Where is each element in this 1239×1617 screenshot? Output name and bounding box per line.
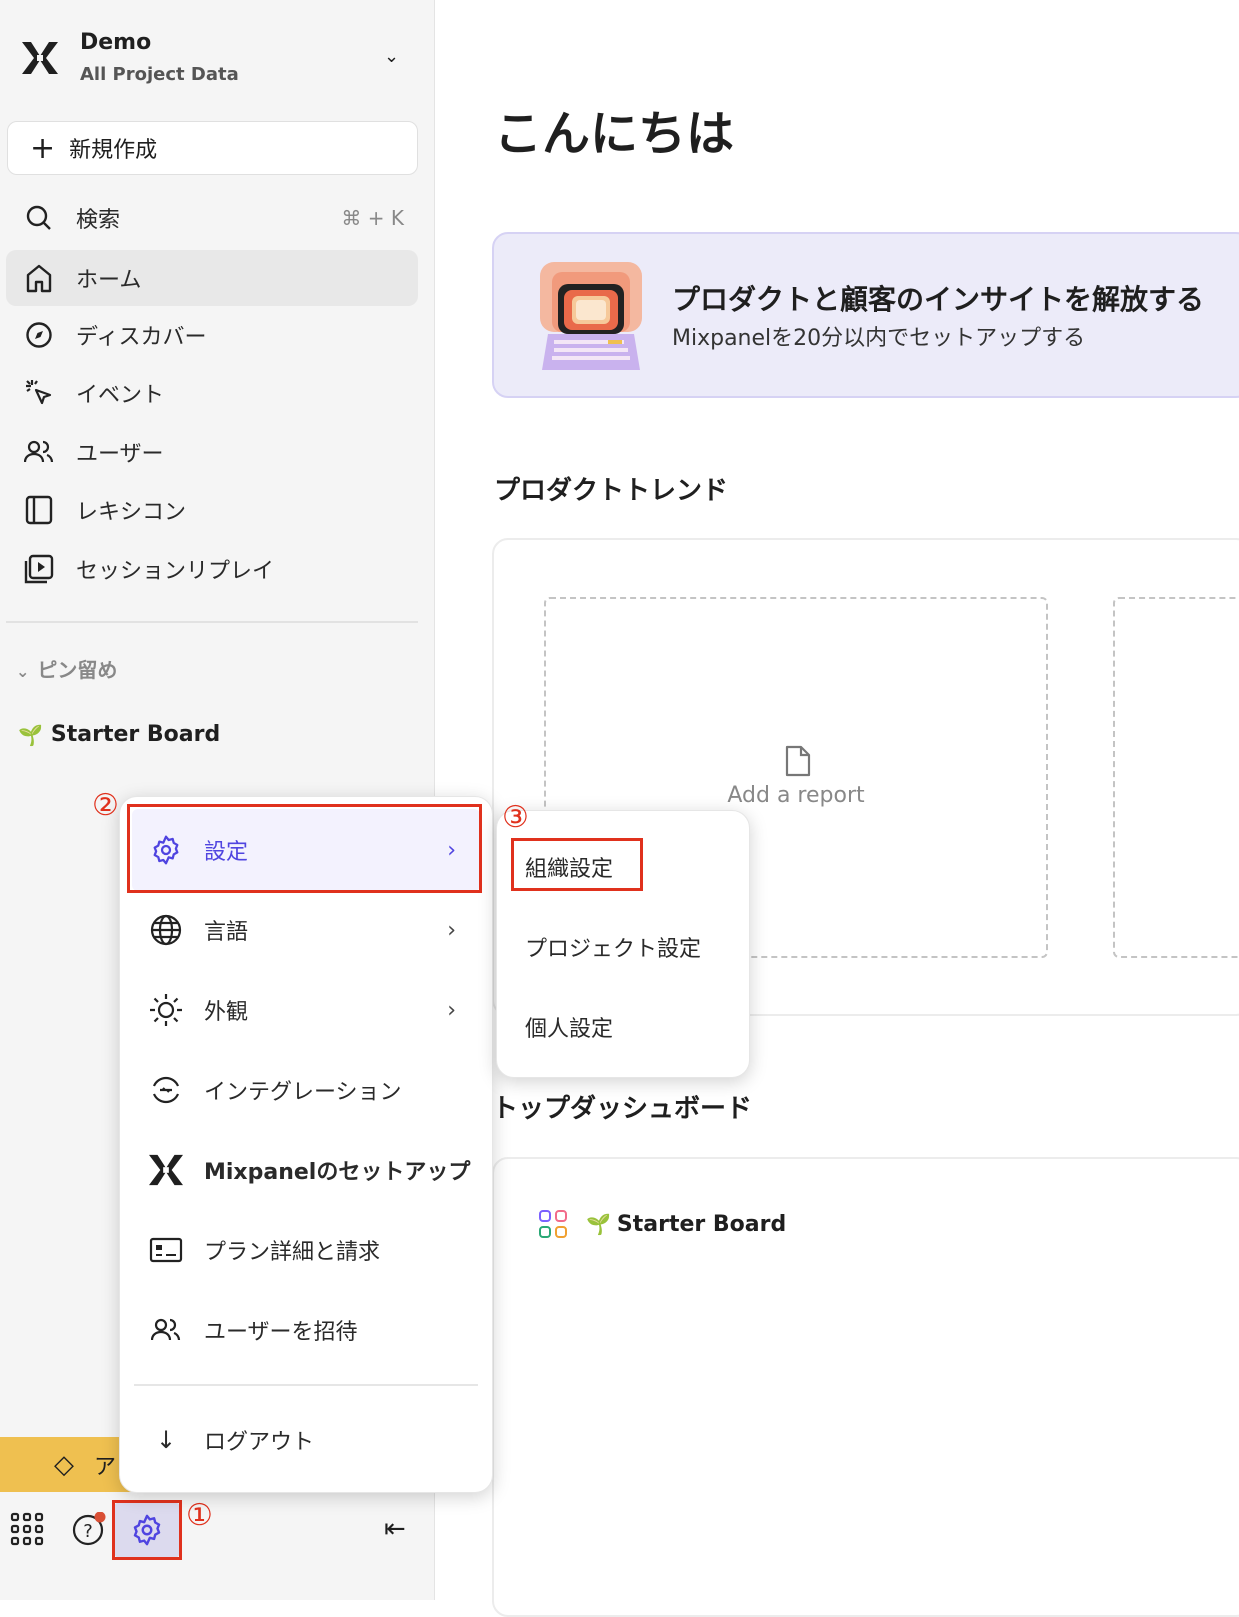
pinned-label: ピン留め (37, 658, 118, 682)
replay-icon (22, 552, 56, 586)
pinned-item-starter-board[interactable]: 🌱 Starter Board (18, 722, 220, 747)
sidebar-item-lexicon[interactable]: レキシコン (6, 482, 418, 538)
menu-item-invite-users[interactable]: ユーザーを招待 (132, 1295, 480, 1365)
menu-item-language[interactable]: 言語 › (132, 895, 480, 965)
sidebar-item-label: イベント (76, 383, 165, 408)
users-icon (22, 435, 56, 469)
annotation-1: ① (186, 1498, 213, 1533)
chevron-down-icon: ⌄ (16, 662, 30, 681)
users-icon (146, 1318, 186, 1342)
pinned-item-label: Starter Board (50, 722, 221, 747)
sprout-icon: 🌱 (586, 1212, 611, 1236)
collapse-sidebar-icon[interactable]: ⇤ (384, 1514, 406, 1544)
menu-item-logout[interactable]: ↓ ログアウト (132, 1405, 480, 1475)
apps-icon[interactable] (10, 1512, 44, 1550)
workspace-subtitle: All Project Data (80, 64, 239, 85)
annotation-3: ③ (502, 800, 529, 835)
menu-item-billing[interactable]: プラン詳細と請求 (132, 1215, 480, 1285)
sidebar-item-home[interactable]: ホーム (6, 250, 418, 306)
chevron-right-icon: › (447, 917, 456, 943)
menu-item-label: プラン詳細と請求 (204, 1240, 381, 1265)
click-icon (22, 376, 56, 410)
search-label: 検索 (76, 208, 121, 233)
annotation-box-3 (511, 838, 643, 891)
new-button-label: 新規作成 (69, 138, 158, 163)
menu-item-label: Mixpanelのセットアップ (204, 1160, 471, 1185)
home-icon (22, 261, 56, 295)
greeting: こんにちは (494, 106, 735, 162)
banner-title: プロダクトと顧客のインサイトを解放する (672, 283, 1205, 316)
sidebar-item-session-replay[interactable]: セッションリプレイ (6, 541, 418, 597)
sidebar-item-label: レキシコン (76, 500, 187, 525)
integration-icon (146, 1074, 186, 1106)
workspace-name: Demo (80, 30, 152, 55)
sidebar-item-users[interactable]: ユーザー (6, 424, 418, 480)
submenu-item-project-settings[interactable]: プロジェクト設定 (525, 931, 701, 963)
sprout-icon: 🌱 (18, 722, 43, 747)
menu-item-label: 外観 (204, 1000, 249, 1025)
add-report-label: Add a report (727, 783, 865, 808)
sidebar-item-discover[interactable]: ディスカバー (6, 307, 418, 363)
retro-computer-illustration (540, 262, 642, 370)
onboarding-banner[interactable]: プロダクトと顧客のインサイトを解放する Mixpanelを20分以内でセットアッ… (492, 232, 1239, 398)
svg-text:?: ? (83, 1521, 93, 1542)
menu-item-label: ユーザーを招待 (204, 1320, 358, 1345)
dashboard-item-label: Starter Board (616, 1211, 787, 1237)
pinned-header[interactable]: ⌄ ピン留め (16, 654, 117, 683)
plus-icon: + (30, 130, 56, 166)
divider (6, 621, 418, 623)
chevron-right-icon: › (447, 997, 456, 1023)
book-icon (22, 493, 56, 527)
settings-menu: 設定 › 言語 › 外観 › インテグレーション Mixpanelのセットアップ… (119, 796, 493, 1493)
annotation-box-2 (127, 804, 482, 893)
search-icon (22, 201, 56, 235)
sidebar-item-label: セッションリプレイ (76, 559, 275, 584)
menu-item-appearance[interactable]: 外観 › (132, 975, 480, 1045)
dashboard-icon (539, 1210, 567, 1238)
sidebar-item-label: ホーム (76, 268, 142, 293)
annotation-box-1 (112, 1500, 182, 1560)
globe-icon (146, 914, 186, 946)
dashboards-card: 🌱 Starter Board (492, 1157, 1239, 1617)
arrow-down-icon: ↓ (155, 1426, 177, 1454)
menu-item-mixpanel-setup[interactable]: Mixpanelのセットアップ (132, 1135, 480, 1205)
sidebar-item-label: ディスカバー (76, 325, 207, 350)
add-report-slot-2[interactable] (1113, 597, 1239, 958)
dashboard-item[interactable]: 🌱 Starter Board (538, 1209, 786, 1239)
menu-item-integrations[interactable]: インテグレーション (132, 1055, 480, 1125)
submenu-item-personal-settings[interactable]: 個人設定 (525, 1011, 613, 1043)
compass-icon (22, 318, 56, 352)
workspace-switcher[interactable]: Demo All Project Data ⌄ (10, 28, 420, 94)
search-item[interactable]: 検索 ⌘ + K (6, 190, 418, 246)
dashboards-title: トップダッシュボード (492, 1094, 753, 1124)
menu-item-label: インテグレーション (204, 1080, 402, 1105)
new-button[interactable]: + 新規作成 (7, 121, 418, 175)
chevron-down-icon: ⌄ (384, 46, 400, 67)
diamond-icon: ◇ (54, 1449, 74, 1480)
menu-item-label: 言語 (204, 920, 249, 945)
mixpanel-logo-icon (146, 1153, 186, 1187)
billing-icon (146, 1237, 186, 1263)
sidebar-item-events[interactable]: イベント (6, 365, 418, 421)
search-shortcut: ⌘ + K (341, 206, 404, 230)
sun-icon (146, 993, 186, 1027)
banner-subtitle: Mixpanelを20分以内でセットアップする (672, 326, 1086, 351)
menu-divider (134, 1384, 478, 1386)
sidebar-item-label: ユーザー (76, 442, 164, 467)
document-icon (785, 745, 811, 777)
trends-title: プロダクトトレンド (494, 476, 729, 506)
menu-item-label: ログアウト (204, 1430, 315, 1455)
mixpanel-logo-icon (22, 42, 58, 74)
upgrade-label: ア (94, 1454, 117, 1480)
annotation-2: ② (92, 788, 119, 823)
help-icon[interactable]: ? (72, 1511, 108, 1552)
